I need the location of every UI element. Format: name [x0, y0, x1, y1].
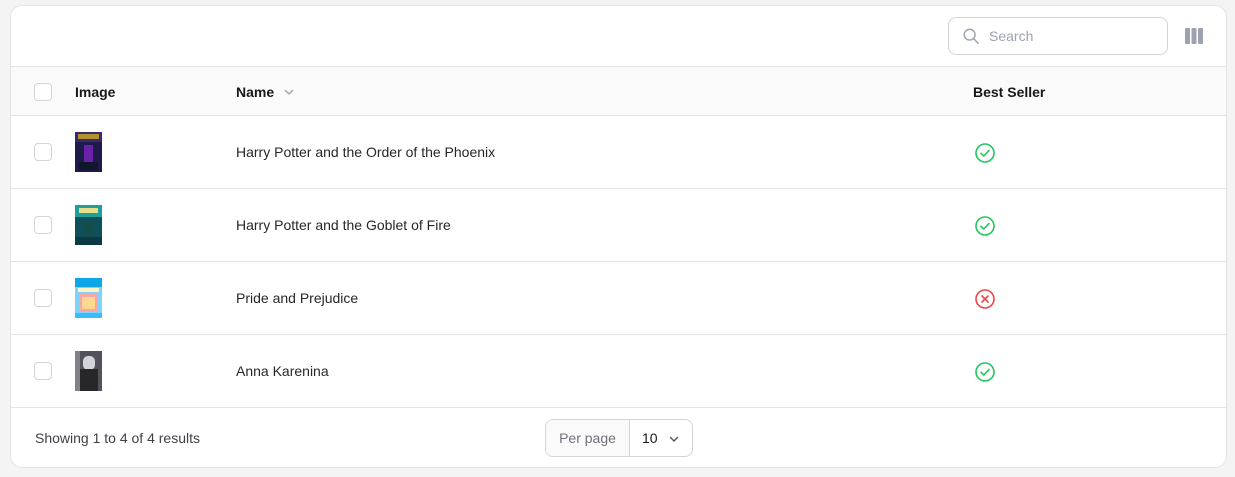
row-checkbox[interactable] — [34, 289, 52, 307]
check-circle-icon — [975, 362, 995, 382]
search-icon — [963, 28, 979, 44]
table-toolbar — [11, 6, 1226, 67]
book-cover-image — [75, 278, 102, 318]
check-circle-icon — [975, 143, 995, 163]
table-header: Image Name Best Seller — [11, 67, 1226, 116]
table-row[interactable]: Pride and Prejudice — [11, 262, 1226, 335]
search-input[interactable] — [989, 18, 1159, 54]
table-row[interactable]: Anna Karenina — [11, 335, 1226, 408]
book-cover-image — [75, 351, 102, 391]
column-header-name[interactable]: Name — [236, 67, 295, 116]
columns-icon[interactable] — [1183, 26, 1205, 46]
per-page-value: 10 — [642, 430, 658, 446]
chevron-down-icon — [669, 436, 679, 442]
column-header-name-label: Name — [236, 83, 275, 100]
select-all-checkbox[interactable] — [34, 83, 52, 101]
table-row[interactable]: Harry Potter and the Goblet of Fire — [11, 189, 1226, 262]
x-circle-icon — [975, 289, 995, 309]
results-summary: Showing 1 to 4 of 4 results — [35, 430, 200, 446]
row-name: Pride and Prejudice — [236, 290, 359, 306]
table-card: Image Name Best Seller Harry Potter and … — [10, 5, 1227, 468]
column-header-image: Image — [75, 83, 116, 100]
row-name: Harry Potter and the Goblet of Fire — [236, 217, 451, 233]
per-page-label: Per page — [546, 420, 630, 456]
table-footer: Showing 1 to 4 of 4 results Per page 10 — [11, 408, 1226, 467]
column-header-best-seller: Best Seller — [973, 83, 1046, 100]
row-checkbox[interactable] — [34, 143, 52, 161]
row-checkbox[interactable] — [34, 362, 52, 380]
per-page-dropdown[interactable]: 10 — [630, 420, 692, 456]
row-checkbox[interactable] — [34, 216, 52, 234]
search-field[interactable] — [948, 17, 1168, 55]
book-cover-image — [75, 205, 102, 245]
check-circle-icon — [975, 216, 995, 236]
table-row[interactable]: Harry Potter and the Order of the Phoeni… — [11, 116, 1226, 189]
row-name: Harry Potter and the Order of the Phoeni… — [236, 144, 496, 160]
row-name: Anna Karenina — [236, 363, 329, 379]
book-cover-image — [75, 132, 102, 172]
chevron-down-icon — [284, 89, 294, 95]
per-page-select[interactable]: Per page 10 — [545, 419, 693, 457]
